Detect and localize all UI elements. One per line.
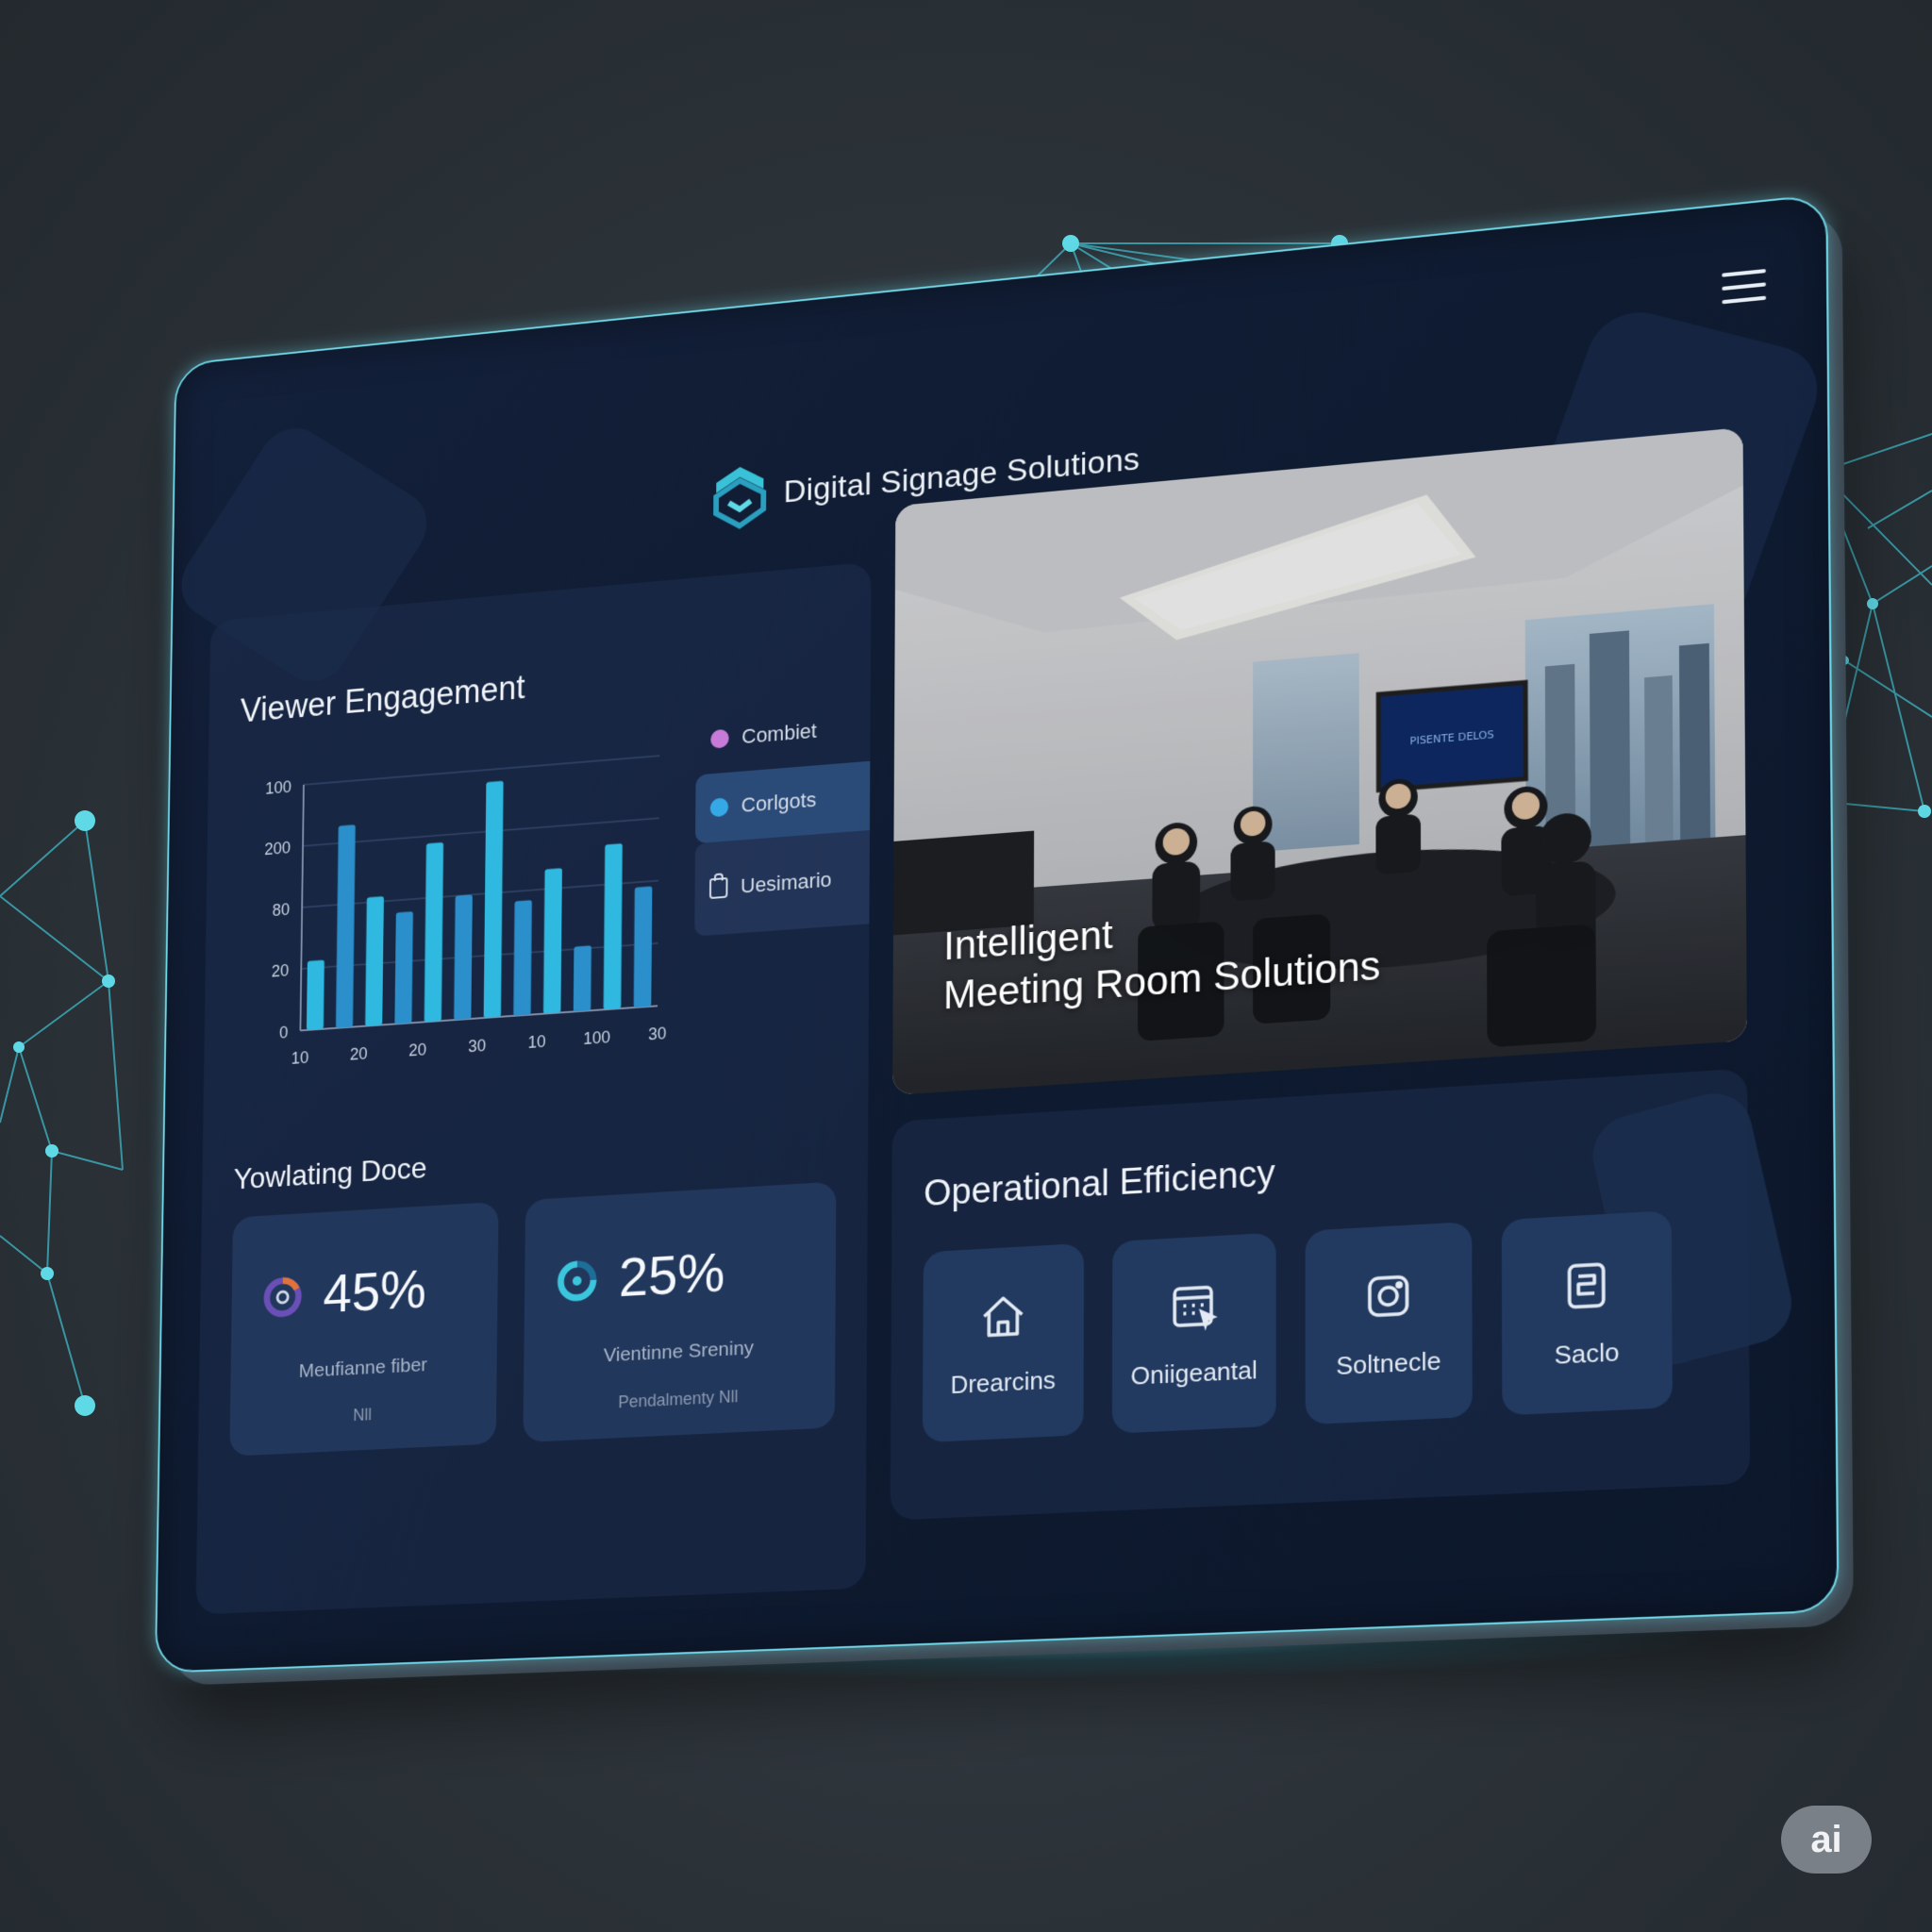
chart-bar [603,843,623,1010]
tile-label: Saclo [1554,1336,1620,1370]
calendar-grid-icon [1167,1277,1221,1334]
chart-bar [633,886,653,1008]
chart-bar [542,868,562,1014]
menu-line [1722,282,1767,291]
menu-line [1722,295,1767,305]
legend-label: Uesimario [740,867,832,898]
left-panel: Viewer Engagement 0 20 80 200 100 10 20 20 30 10 1… [195,561,872,1615]
stat-card[interactable]: 45% Meufianne fiber Nll [229,1201,499,1457]
chart-bar [365,896,384,1026]
engagement-chart: 0 20 80 200 100 10 20 20 30 10 100 30 [239,727,669,1090]
y-tick-label: 200 [264,839,291,859]
x-tick-label: 20 [408,1040,426,1059]
chart-bar [424,842,444,1023]
y-tick-label: 20 [272,961,290,981]
display-device: Digital Signage Solutions Viewer Engagem… [154,192,1854,1686]
tile-oniigeantal[interactable]: Oniigeantal [1111,1232,1276,1434]
menu-line [1722,269,1766,277]
stat-row: 25% [555,1241,725,1312]
x-tick-label: 10 [291,1048,309,1068]
y-tick-label: 0 [279,1023,289,1042]
tile-label: Soltnecle [1336,1345,1441,1380]
legend-dot [710,728,729,749]
engagement-title: Viewer Engagement [240,667,525,730]
chart-bar [513,900,532,1016]
chart-legend: Combiet Corlgots Uesimario [694,692,871,937]
x-tick-label: 100 [583,1027,610,1048]
dashboard-screen: Digital Signage Solutions Viewer Engagem… [154,192,1840,1674]
chart-bar [394,911,413,1024]
home-icon [976,1288,1029,1344]
stats-section-title: Yowlating Doce [233,1150,427,1196]
stat-label: Vientinne Sreniny [603,1337,755,1367]
y-tick-label: 80 [273,900,291,920]
chart-bar [454,894,473,1021]
legend-item-uesimario[interactable]: Uesimario [694,830,870,937]
progress-ring-icon [261,1274,304,1320]
hamburger-menu-icon[interactable] [1722,269,1767,306]
ops-title: Operational Efficiency [924,1153,1275,1215]
tile-label: Oniigeantal [1130,1355,1257,1391]
tile-soltnecle[interactable]: Soltnecle [1305,1221,1473,1425]
bag-icon [708,876,728,900]
chart-bar [573,945,591,1012]
camera-icon [1361,1267,1416,1324]
x-tick-label: 10 [527,1032,546,1052]
x-tick-label: 30 [468,1036,486,1056]
stat-sub: Pendalmenty Nll [618,1387,739,1412]
legend-label: Combiet [741,718,817,749]
stat-label: Meufianne fiber [298,1354,428,1382]
y-tick-label: 100 [265,777,291,798]
tile-saclo[interactable]: Saclo [1501,1210,1673,1416]
grid-line [304,756,659,785]
legend-label: Corlgots [741,787,817,817]
ai-badge: ai [1781,1806,1872,1874]
stat-row: 45% [261,1257,426,1328]
ops-tiles: Drearcins Oniigeantal Soltnecle Saclo [922,1210,1673,1443]
chart-bar [335,824,356,1028]
x-tick-label: 30 [648,1024,667,1044]
operational-panel: Operational Efficiency Drearcins Oniigea… [890,1068,1751,1521]
brand-logo-icon [712,464,767,532]
x-tick-label: 20 [350,1043,368,1063]
legend-dot [709,797,729,818]
bar-chart-svg: 0 20 80 200 100 10 20 20 30 10 100 30 [264,727,667,1068]
chart-bar [483,780,504,1019]
stat-value: 45% [323,1258,427,1324]
stat-card[interactable]: 25% Vientinne Sreniny Pendalmenty Nll [523,1181,837,1443]
tile-label: Drearcins [950,1364,1057,1399]
chart-bar [306,959,325,1030]
stat-sub: Nll [353,1405,373,1425]
document-icon [1558,1257,1615,1314]
grid-line [303,818,659,846]
progress-ring-icon [555,1257,599,1304]
meeting-room-photo: PISENTE DELOS [892,426,1747,1095]
tile-drearcins[interactable]: Drearcins [922,1242,1085,1443]
stat-value: 25% [618,1241,725,1309]
